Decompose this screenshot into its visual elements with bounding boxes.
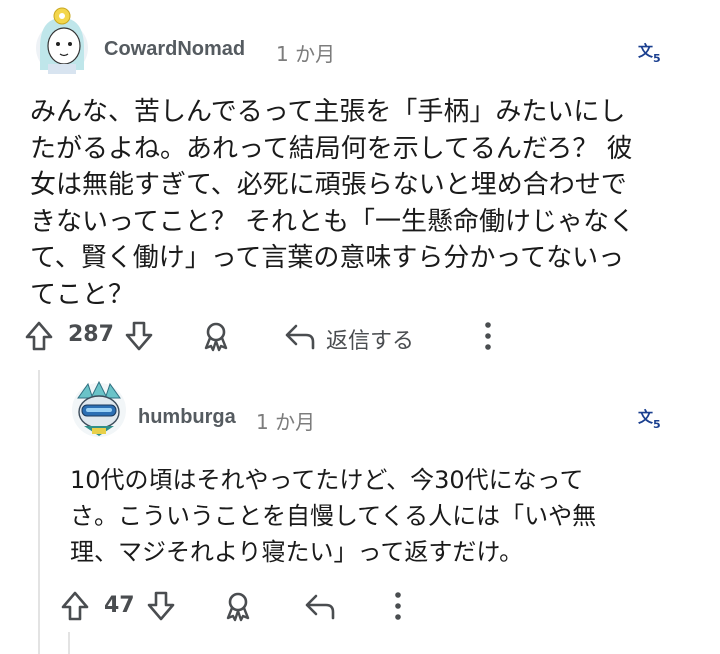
vote-count: 287 xyxy=(68,322,114,347)
comment-line: みんな、苦しんでるって主張を「手柄」みたいにし xyxy=(30,97,626,127)
reply-icon[interactable] xyxy=(304,592,336,620)
upvote-icon[interactable] xyxy=(24,320,54,352)
avatar[interactable] xyxy=(70,378,128,440)
comment-body: みんな、苦しんでるって主張を「手柄」みたいにし たがるよね。あれって結局何を示し… xyxy=(30,94,635,313)
comment-line: 女は無能すぎて、必死に頑張らないと埋め合わせで xyxy=(30,170,627,200)
award-icon[interactable] xyxy=(222,590,254,622)
comment-line: さ。こういうことを自慢してくる人には「いや無 xyxy=(70,502,597,530)
reply-button[interactable]: 返信する xyxy=(326,323,414,355)
more-options-icon[interactable] xyxy=(480,320,496,352)
comment-line: てこと？ xyxy=(30,279,135,310)
username[interactable]: CowardNomad xyxy=(104,38,245,61)
more-options-icon[interactable] xyxy=(390,590,406,622)
comment-line: 10代の頃はそれやってたけど、今30代になって xyxy=(70,466,584,494)
thread-line xyxy=(38,370,40,654)
svg-text:5: 5 xyxy=(653,418,661,430)
timestamp: 1 か月 xyxy=(256,410,316,434)
translate-icon[interactable]: 文 5 xyxy=(636,38,664,65)
vote-count: 47 xyxy=(104,593,135,618)
comment-body: 10代の頃はそれやってたけど、今30代になって さ。こういうことを自慢してくる人… xyxy=(70,462,596,570)
username[interactable]: humburga xyxy=(138,406,236,429)
thread-line-nested xyxy=(68,632,70,654)
svg-text:文: 文 xyxy=(638,408,654,426)
upvote-icon[interactable] xyxy=(60,590,90,622)
comment-line: きないってこと？ それとも「一生懸命働けじゃなく xyxy=(30,206,635,237)
comment-line: 理、マジそれより寝たい」って返すだけ。 xyxy=(70,538,524,566)
timestamp: 1 か月 xyxy=(276,42,336,66)
award-icon[interactable] xyxy=(200,320,232,352)
svg-text:文: 文 xyxy=(638,42,654,60)
reply-icon[interactable] xyxy=(284,322,316,350)
translate-icon[interactable]: 文 5 xyxy=(636,404,664,431)
comment-line: たがるよね。あれって結局何を示してるんだろ？ 彼 xyxy=(30,133,633,164)
svg-text:5: 5 xyxy=(653,52,661,64)
downvote-icon[interactable] xyxy=(124,320,154,352)
comment-line: て、賢く働け」って言葉の意味すら分かってないっ xyxy=(30,243,625,273)
avatar[interactable] xyxy=(30,4,94,76)
downvote-icon[interactable] xyxy=(146,590,176,622)
